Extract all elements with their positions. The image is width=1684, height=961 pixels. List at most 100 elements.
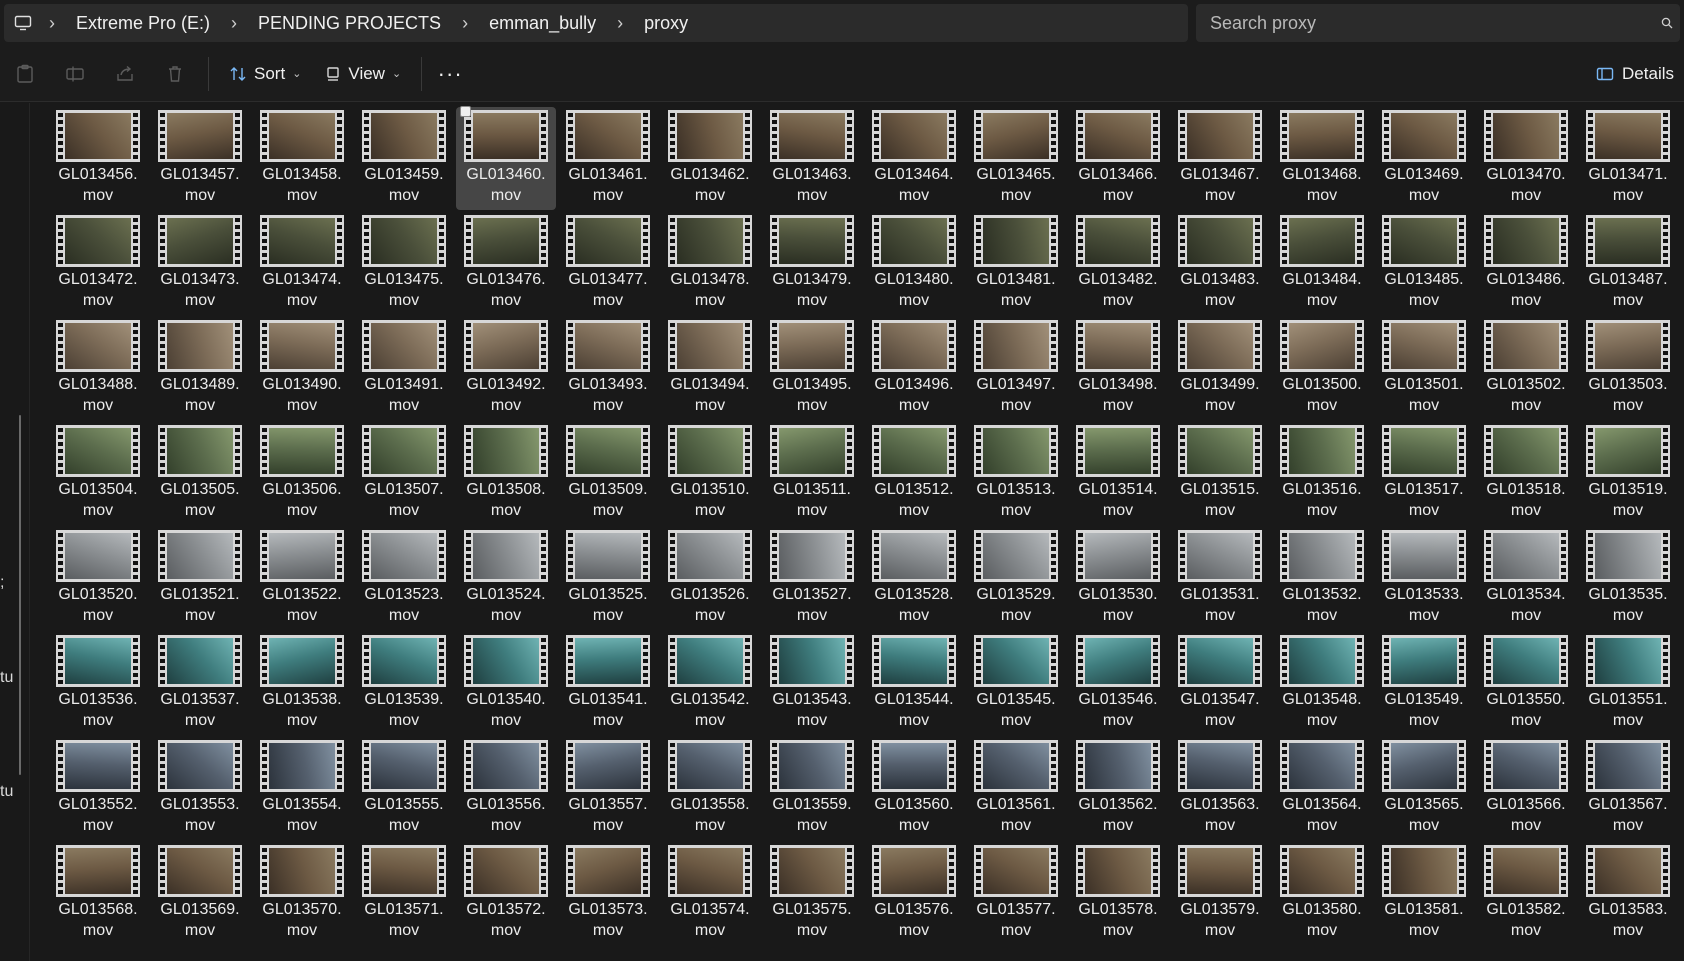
- file-item[interactable]: GL013466. mov: [1068, 107, 1168, 210]
- file-item[interactable]: GL013557. mov: [558, 737, 658, 840]
- file-item[interactable]: GL013459. mov: [354, 107, 454, 210]
- file-item[interactable]: GL013511. mov: [762, 422, 862, 525]
- file-item[interactable]: GL013510. mov: [660, 422, 760, 525]
- file-item[interactable]: GL013550. mov: [1476, 632, 1576, 735]
- file-item[interactable]: GL013500. mov: [1272, 317, 1372, 420]
- breadcrumb-emman-bully[interactable]: emman_bully: [483, 13, 602, 34]
- file-item[interactable]: GL013529. mov: [966, 527, 1066, 630]
- file-item[interactable]: GL013547. mov: [1170, 632, 1270, 735]
- file-item[interactable]: GL013572. mov: [456, 842, 556, 945]
- file-item[interactable]: GL013482. mov: [1068, 212, 1168, 315]
- file-item[interactable]: GL013467. mov: [1170, 107, 1270, 210]
- file-item[interactable]: GL013518. mov: [1476, 422, 1576, 525]
- file-item[interactable]: GL013486. mov: [1476, 212, 1576, 315]
- file-item[interactable]: GL013577. mov: [966, 842, 1066, 945]
- file-item[interactable]: GL013525. mov: [558, 527, 658, 630]
- file-item[interactable]: GL013513. mov: [966, 422, 1066, 525]
- breadcrumb-pending-projects[interactable]: PENDING PROJECTS: [252, 13, 447, 34]
- share-icon[interactable]: [100, 54, 150, 94]
- file-item[interactable]: GL013567. mov: [1578, 737, 1678, 840]
- file-item[interactable]: GL013516. mov: [1272, 422, 1372, 525]
- file-item[interactable]: GL013493. mov: [558, 317, 658, 420]
- file-item[interactable]: GL013483. mov: [1170, 212, 1270, 315]
- file-item[interactable]: GL013575. mov: [762, 842, 862, 945]
- file-item[interactable]: GL013461. mov: [558, 107, 658, 210]
- paste-icon[interactable]: [0, 54, 50, 94]
- file-item[interactable]: GL013509. mov: [558, 422, 658, 525]
- file-item[interactable]: GL013515. mov: [1170, 422, 1270, 525]
- file-item[interactable]: GL013551. mov: [1578, 632, 1678, 735]
- file-item[interactable]: GL013478. mov: [660, 212, 760, 315]
- file-item[interactable]: GL013528. mov: [864, 527, 964, 630]
- file-item[interactable]: GL013535. mov: [1578, 527, 1678, 630]
- file-item[interactable]: GL013464. mov: [864, 107, 964, 210]
- file-item[interactable]: GL013570. mov: [252, 842, 352, 945]
- sort-button[interactable]: Sort ⌄: [217, 54, 313, 94]
- file-item[interactable]: GL013560. mov: [864, 737, 964, 840]
- file-item[interactable]: GL013484. mov: [1272, 212, 1372, 315]
- file-item[interactable]: GL013561. mov: [966, 737, 1066, 840]
- file-item[interactable]: GL013538. mov: [252, 632, 352, 735]
- file-item[interactable]: GL013502. mov: [1476, 317, 1576, 420]
- navigation-item-fragment[interactable]: tu: [0, 783, 13, 801]
- file-item[interactable]: GL013491. mov: [354, 317, 454, 420]
- file-item[interactable]: GL013503. mov: [1578, 317, 1678, 420]
- breadcrumb-drive[interactable]: Extreme Pro (E:): [70, 13, 216, 34]
- file-item[interactable]: GL013553. mov: [150, 737, 250, 840]
- rename-icon[interactable]: [50, 54, 100, 94]
- file-item[interactable]: GL013530. mov: [1068, 527, 1168, 630]
- file-item[interactable]: GL013477. mov: [558, 212, 658, 315]
- file-item[interactable]: GL013475. mov: [354, 212, 454, 315]
- chevron-right-icon[interactable]: ›: [447, 13, 483, 34]
- file-item[interactable]: GL013540. mov: [456, 632, 556, 735]
- file-item[interactable]: GL013507. mov: [354, 422, 454, 525]
- file-item[interactable]: GL013576. mov: [864, 842, 964, 945]
- chevron-right-icon[interactable]: ›: [34, 13, 70, 34]
- file-item[interactable]: GL013565. mov: [1374, 737, 1474, 840]
- navigation-scrollbar[interactable]: [19, 415, 21, 775]
- breadcrumb[interactable]: › Extreme Pro (E:) › PENDING PROJECTS › …: [4, 4, 1188, 42]
- file-item[interactable]: GL013506. mov: [252, 422, 352, 525]
- file-item[interactable]: GL013476. mov: [456, 212, 556, 315]
- delete-icon[interactable]: [150, 54, 200, 94]
- file-item[interactable]: GL013490. mov: [252, 317, 352, 420]
- file-item[interactable]: GL013498. mov: [1068, 317, 1168, 420]
- file-item[interactable]: GL013501. mov: [1374, 317, 1474, 420]
- file-item[interactable]: GL013469. mov: [1374, 107, 1474, 210]
- file-item[interactable]: GL013487. mov: [1578, 212, 1678, 315]
- file-item[interactable]: GL013532. mov: [1272, 527, 1372, 630]
- file-item[interactable]: GL013545. mov: [966, 632, 1066, 735]
- search-box[interactable]: [1196, 4, 1680, 42]
- file-item[interactable]: GL013582. mov: [1476, 842, 1576, 945]
- file-item[interactable]: GL013470. mov: [1476, 107, 1576, 210]
- file-item[interactable]: GL013541. mov: [558, 632, 658, 735]
- search-input[interactable]: [1210, 12, 1654, 34]
- file-item[interactable]: GL013494. mov: [660, 317, 760, 420]
- file-item[interactable]: GL013574. mov: [660, 842, 760, 945]
- file-item[interactable]: GL013485. mov: [1374, 212, 1474, 315]
- file-item[interactable]: GL013583. mov: [1578, 842, 1678, 945]
- file-item[interactable]: GL013578. mov: [1068, 842, 1168, 945]
- file-item[interactable]: GL013489. mov: [150, 317, 250, 420]
- file-item[interactable]: GL013543. mov: [762, 632, 862, 735]
- file-item[interactable]: GL013573. mov: [558, 842, 658, 945]
- file-item[interactable]: GL013519. mov: [1578, 422, 1678, 525]
- file-item[interactable]: GL013504. mov: [48, 422, 148, 525]
- file-item[interactable]: GL013579. mov: [1170, 842, 1270, 945]
- file-item[interactable]: GL013463. mov: [762, 107, 862, 210]
- search-icon[interactable]: [1654, 17, 1680, 29]
- file-item[interactable]: GL013520. mov: [48, 527, 148, 630]
- file-item[interactable]: GL013497. mov: [966, 317, 1066, 420]
- file-item[interactable]: GL013508. mov: [456, 422, 556, 525]
- file-item[interactable]: GL013569. mov: [150, 842, 250, 945]
- file-item[interactable]: GL013571. mov: [354, 842, 454, 945]
- more-options-button[interactable]: ···: [430, 61, 470, 87]
- navigation-item-fragment[interactable]: tu: [0, 669, 13, 687]
- file-item[interactable]: GL013537. mov: [150, 632, 250, 735]
- file-item[interactable]: GL013546. mov: [1068, 632, 1168, 735]
- file-item[interactable]: GL013536. mov: [48, 632, 148, 735]
- file-item[interactable]: GL013563. mov: [1170, 737, 1270, 840]
- navigation-item-fragment[interactable]: ;: [0, 574, 4, 592]
- file-item[interactable]: GL013512. mov: [864, 422, 964, 525]
- file-item[interactable]: GL013539. mov: [354, 632, 454, 735]
